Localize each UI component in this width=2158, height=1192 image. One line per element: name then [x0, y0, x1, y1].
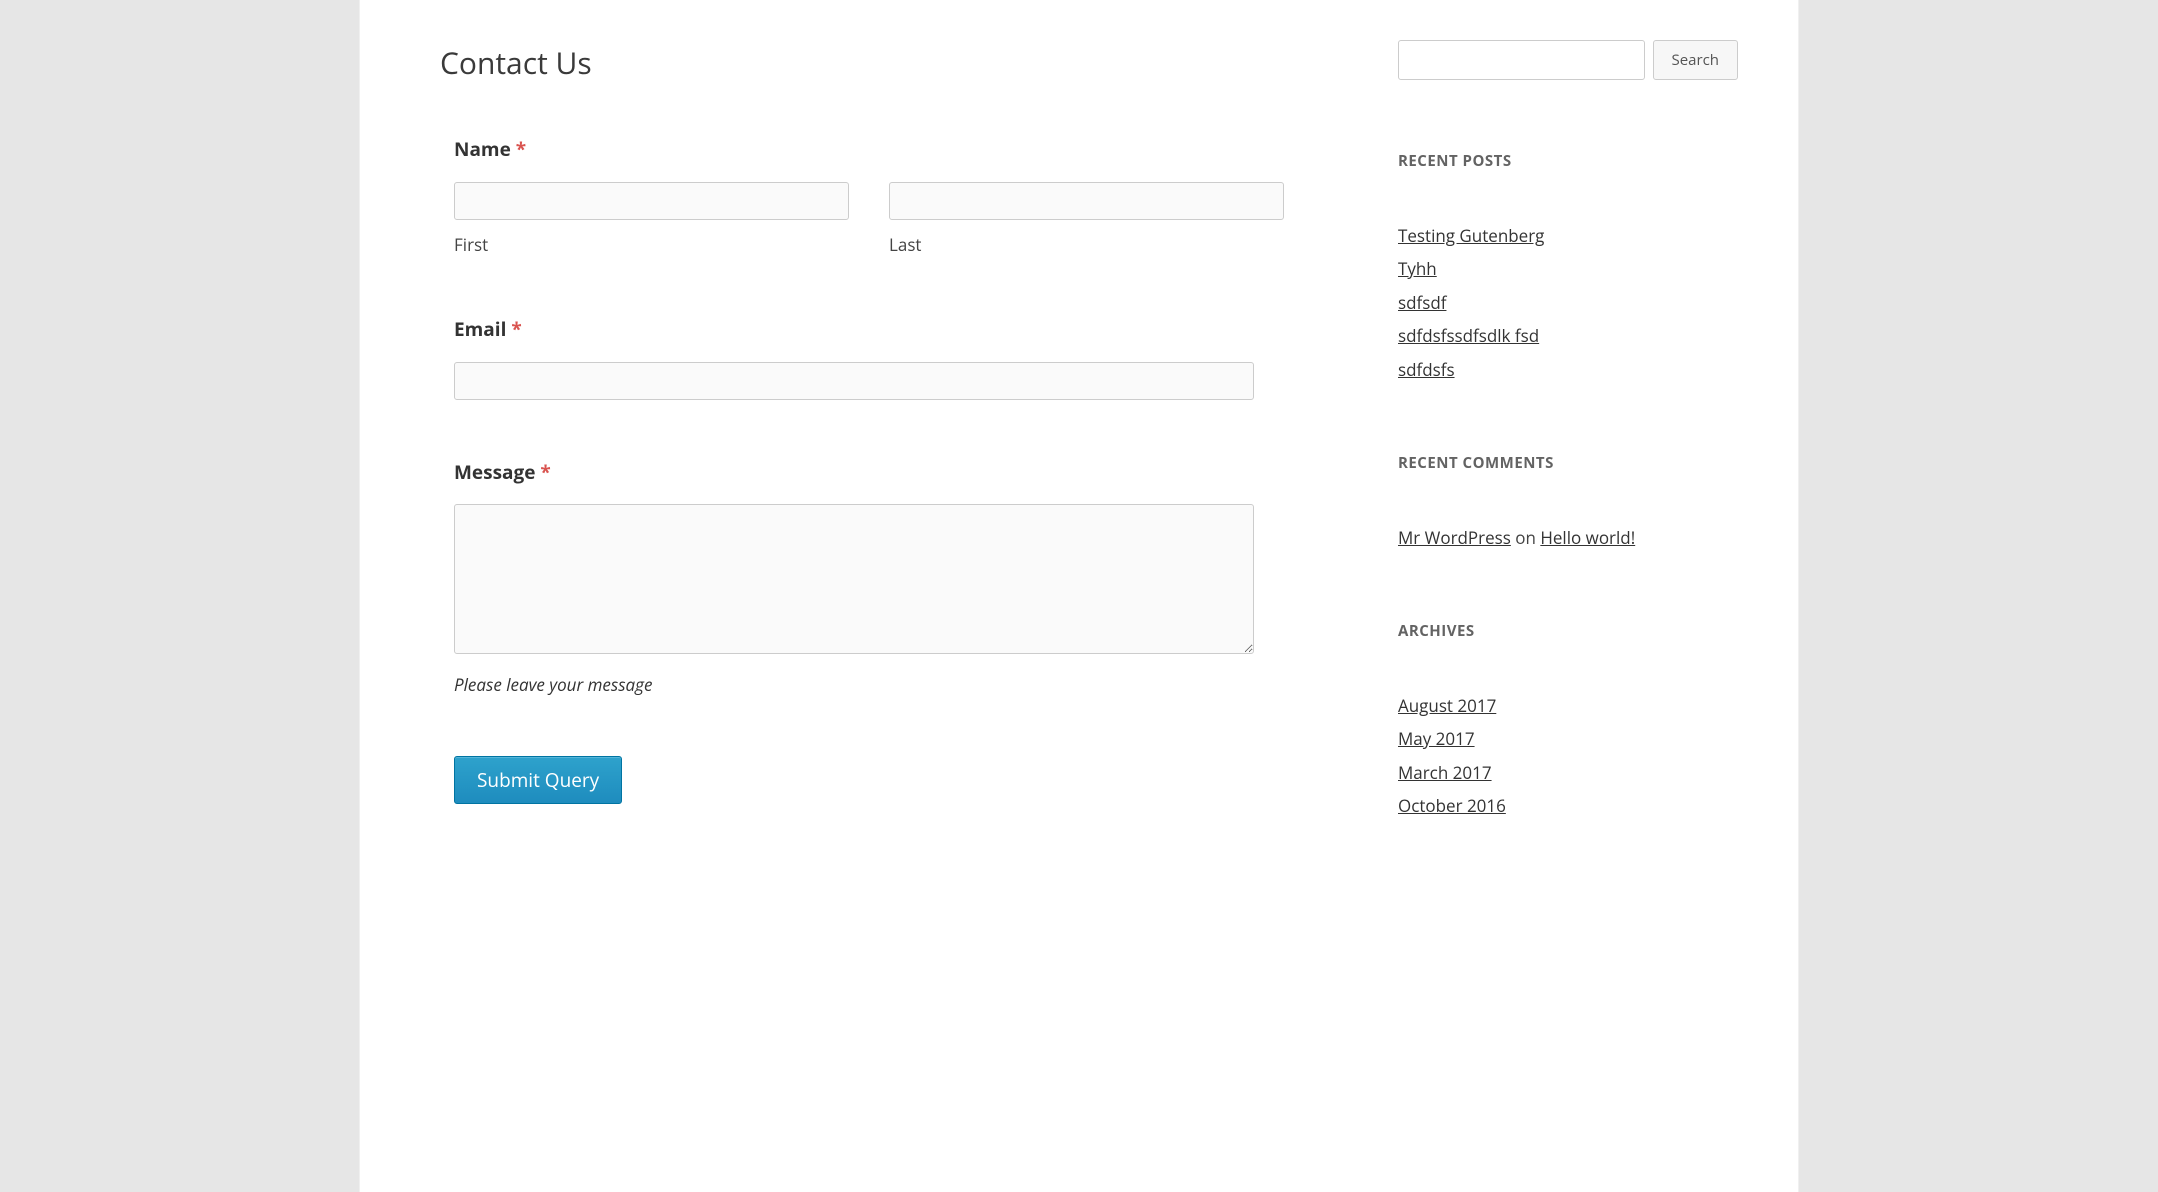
- comment-post-link[interactable]: Hello world!: [1540, 526, 1635, 549]
- archive-link[interactable]: March 2017: [1398, 761, 1492, 784]
- required-mark: *: [516, 136, 526, 162]
- name-label-text: Name: [454, 136, 511, 162]
- list-item: May 2017: [1398, 726, 1738, 752]
- recent-post-link[interactable]: sdfdsfs: [1398, 358, 1455, 381]
- list-item: August 2017: [1398, 693, 1738, 719]
- list-item: Testing Gutenberg: [1398, 223, 1738, 249]
- required-mark: *: [511, 316, 521, 342]
- archives-widget: ARCHIVES August 2017 May 2017 March 2017…: [1398, 620, 1738, 819]
- last-name-input[interactable]: [889, 182, 1284, 220]
- submit-button[interactable]: Submit Query: [454, 756, 622, 804]
- archive-link[interactable]: October 2016: [1398, 794, 1506, 817]
- recent-post-link[interactable]: sdfsdf: [1398, 291, 1446, 314]
- email-input[interactable]: [454, 362, 1254, 400]
- name-group: Name * First Last: [454, 135, 1338, 257]
- recent-post-link[interactable]: sdfdsfssdfsdlk fsd: [1398, 324, 1539, 347]
- first-name-input[interactable]: [454, 182, 849, 220]
- list-item: Tyhh: [1398, 256, 1738, 282]
- name-label: Name *: [454, 135, 1338, 164]
- email-group: Email *: [454, 315, 1338, 400]
- message-group: Message * Please leave your message: [454, 458, 1338, 698]
- comment-author-link[interactable]: Mr WordPress: [1398, 526, 1511, 549]
- message-label: Message *: [454, 458, 1338, 487]
- list-item: October 2016: [1398, 793, 1738, 819]
- recent-comments-title: RECENT COMMENTS: [1398, 452, 1738, 475]
- list-item: sdfsdf: [1398, 290, 1738, 316]
- last-sublabel: Last: [889, 232, 1284, 258]
- recent-posts-list: Testing Gutenberg Tyhh sdfsdf sdfdsfssdf…: [1398, 223, 1738, 383]
- contact-form: Name * First Last Email *: [440, 135, 1338, 804]
- search-input[interactable]: [1398, 40, 1645, 80]
- message-textarea[interactable]: [454, 504, 1254, 654]
- search-button[interactable]: Search: [1653, 40, 1739, 80]
- archive-link[interactable]: May 2017: [1398, 727, 1475, 750]
- archives-title: ARCHIVES: [1398, 620, 1738, 643]
- recent-posts-title: RECENT POSTS: [1398, 150, 1738, 173]
- search-widget: Search: [1398, 40, 1738, 80]
- email-label: Email *: [454, 315, 1338, 344]
- sidebar: Search RECENT POSTS Testing Gutenberg Ty…: [1398, 0, 1798, 1192]
- recent-comments-widget: RECENT COMMENTS Mr WordPress on Hello wo…: [1398, 452, 1738, 550]
- recent-post-link[interactable]: Tyhh: [1398, 257, 1437, 280]
- on-text: on: [1511, 526, 1540, 549]
- email-label-text: Email: [454, 316, 506, 342]
- list-item: March 2017: [1398, 760, 1738, 786]
- recent-post-link[interactable]: Testing Gutenberg: [1398, 224, 1544, 247]
- archive-link[interactable]: August 2017: [1398, 694, 1496, 717]
- main-content: Contact Us Name * First Last: [360, 0, 1398, 1192]
- archives-list: August 2017 May 2017 March 2017 October …: [1398, 693, 1738, 819]
- first-sublabel: First: [454, 232, 849, 258]
- list-item: sdfdsfs: [1398, 357, 1738, 383]
- message-label-text: Message: [454, 459, 535, 485]
- message-helper: Please leave your message: [454, 672, 1338, 698]
- recent-posts-widget: RECENT POSTS Testing Gutenberg Tyhh sdfs…: [1398, 150, 1738, 382]
- page-title: Contact Us: [440, 40, 1338, 85]
- required-mark: *: [540, 459, 550, 485]
- comment-item: Mr WordPress on Hello world!: [1398, 525, 1738, 551]
- list-item: sdfdsfssdfsdlk fsd: [1398, 323, 1738, 349]
